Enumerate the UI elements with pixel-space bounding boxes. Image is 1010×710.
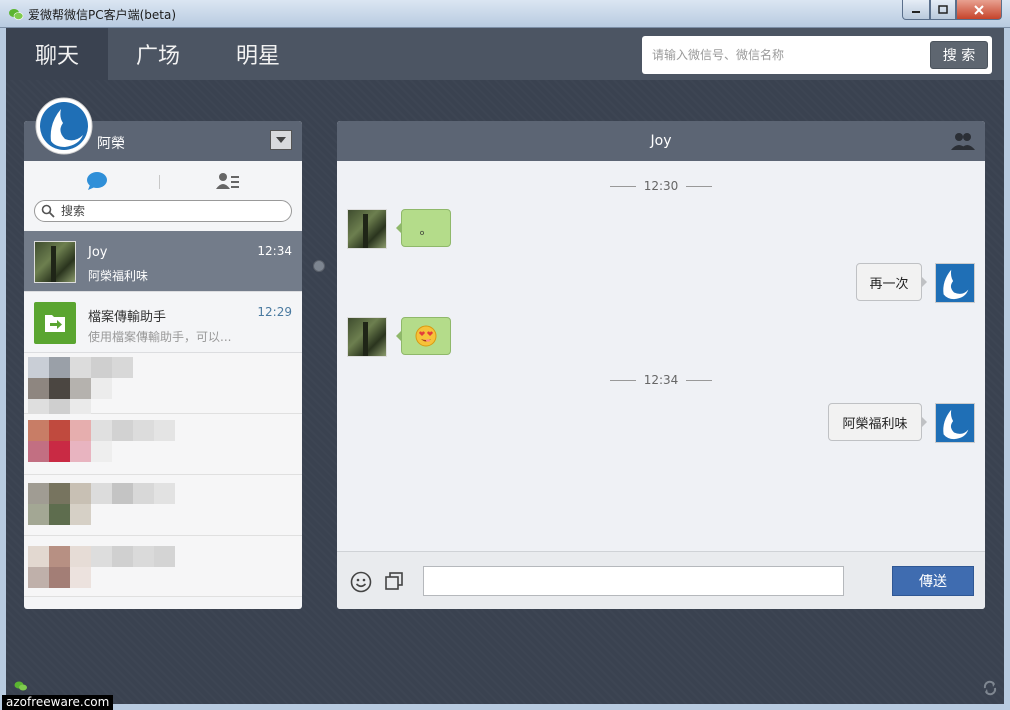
profile-avatar[interactable] [35,97,93,155]
toolbar-divider [159,175,160,189]
conversation-item-blurred[interactable] [24,353,302,420]
conversation-name: 檔案傳輸助手 [88,310,167,325]
conversation-item-file-transfer[interactable]: 檔案傳輸助手 使用檔案傳輸助手，可以... 12:29 [24,292,302,353]
panel-splitter-handle[interactable] [313,260,325,272]
window-controls [902,0,1002,20]
top-navigation: 聊天 广场 明星 搜 索 [6,28,1004,80]
maximize-icon [938,5,948,14]
chat-header: Joy [337,121,985,161]
my-message-avatar[interactable] [935,403,975,443]
window-frame-right [1004,28,1010,710]
tab-chat[interactable]: 聊天 [6,28,108,80]
search-icon [41,204,55,218]
refresh-icon[interactable] [982,680,998,696]
close-icon [974,4,984,15]
message-bubble-outgoing: 再一次 [856,263,927,301]
conversation-name: Joy [88,245,108,260]
message-area: 12:30 。 再一次 12:34 阿榮福利味 [337,161,985,551]
send-button[interactable]: 傳送 [892,566,974,596]
copy-icon[interactable] [384,571,404,591]
smiley-icon[interactable] [350,571,372,593]
conversation-preview: 阿榮福利味 [88,269,149,283]
love-emoji-icon [415,325,437,347]
time-separator: 12:34 [337,373,985,387]
conversation-item-blurred[interactable] [24,475,302,536]
conversation-list: Joy 阿榮福利味 12:34 檔案傳輸助手 使用檔案傳輸助手，可以... 12… [24,231,302,597]
chat-panel: Joy 12:30 。 再一次 12:34 阿榮福利味 傳送 [337,121,985,609]
maximize-button[interactable] [930,0,956,20]
message-bubble-incoming [396,317,451,355]
time-separator: 12:30 [337,179,985,193]
conversation-item-joy[interactable]: Joy 阿榮福利味 12:34 [24,231,302,292]
sidebar-toolbar [24,161,302,193]
my-message-avatar[interactable] [935,263,975,303]
close-button[interactable] [956,0,1002,20]
conversation-item-blurred[interactable] [24,536,302,597]
account-search-input[interactable] [652,45,922,65]
tab-plaza[interactable]: 广场 [108,28,208,80]
watermark: azofreeware.com [2,695,114,710]
joy-message-avatar[interactable] [347,317,387,357]
profile-name: 阿榮 [97,136,125,152]
conversation-item-blurred[interactable] [24,414,302,475]
search-button[interactable]: 搜 索 [930,41,988,69]
message-composer: 傳送 [337,551,985,609]
app-area: 聊天 广场 明星 搜 索 阿榮 [6,28,1004,704]
window-titlebar: 爱微帮微信PC客户端(beta) [0,0,1010,28]
conversation-search-input[interactable] [61,203,281,219]
conversation-preview: 使用檔案傳輸助手，可以... [88,330,232,344]
profile-menu-button[interactable] [270,130,292,150]
contacts-list-icon[interactable] [216,171,240,191]
file-transfer-icon [34,302,76,344]
window-title: 爱微帮微信PC客户端(beta) [28,8,177,22]
minimize-button[interactable] [902,0,930,20]
conversation-time: 12:34 [257,244,292,258]
joy-avatar [34,241,76,283]
speech-bubble-icon[interactable] [86,171,108,191]
conversation-search [34,200,292,222]
message-input[interactable] [423,566,844,596]
joy-message-avatar[interactable] [347,209,387,249]
conversation-panel: 阿榮 搜索 Joy 阿榮福利味 12:34 檔案傳輸助手 使用檔案傳輸助手，可以… [24,121,302,609]
wechat-status-icon [14,681,27,691]
conversation-time: 12:29 [257,305,292,319]
wechat-app-icon [9,9,24,20]
window-frame-bottom [0,704,1010,710]
chat-title: Joy [650,133,672,149]
message-bubble-incoming: 。 [396,209,451,247]
tab-star[interactable]: 明星 [208,28,308,80]
people-icon[interactable] [951,131,975,151]
account-search-box: 搜 索 [642,36,992,74]
minimize-icon [912,10,920,13]
triangle-down-icon [276,137,286,143]
message-bubble-outgoing: 阿榮福利味 [828,403,927,441]
